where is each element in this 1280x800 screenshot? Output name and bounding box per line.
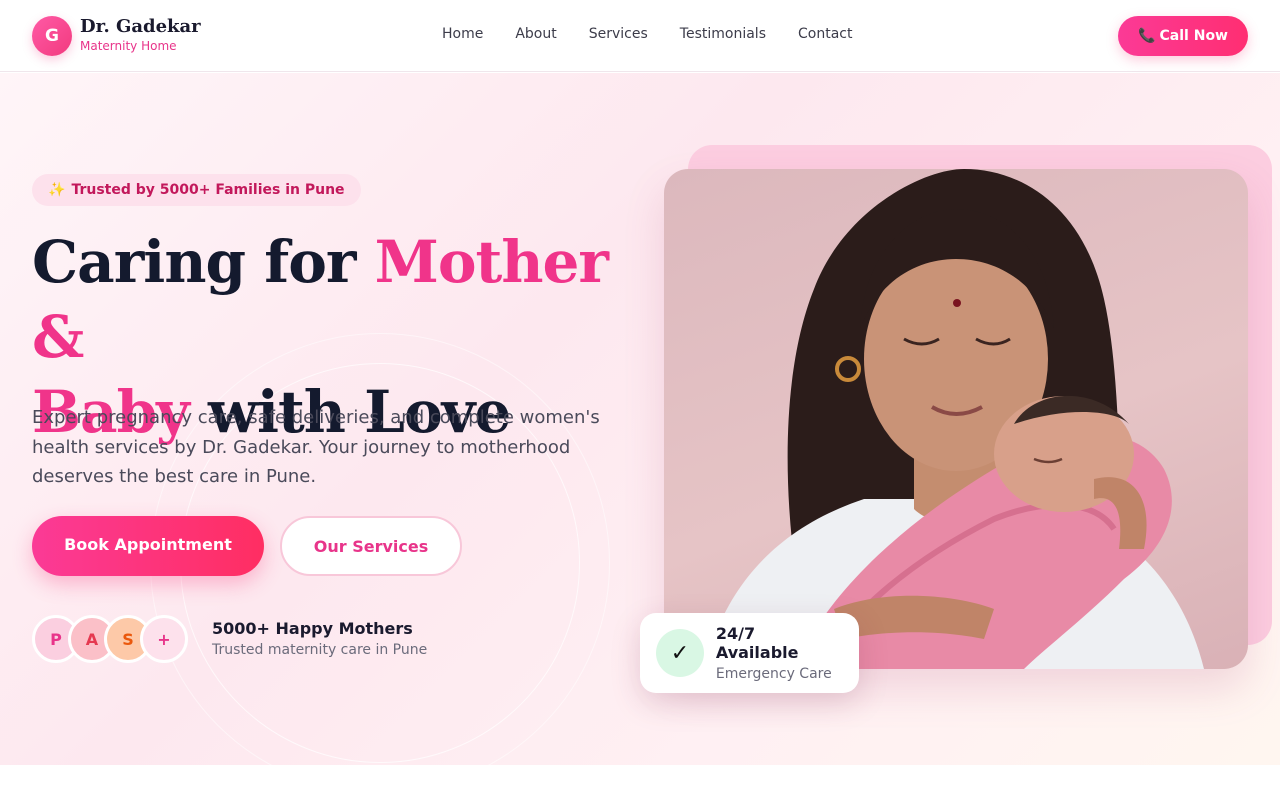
availability-title: 24/7 Available bbox=[715, 624, 799, 662]
availability-card: ✓ 24/7 Available Emergency Care bbox=[640, 613, 859, 693]
social-proof-subtitle: Trusted maternity care in Pune bbox=[212, 642, 428, 658]
social-proof: 5000+ Happy Mothers Trusted maternity ca… bbox=[212, 619, 427, 658]
trust-badge: ✨ Trusted by 5000+ Families in Pune bbox=[32, 174, 361, 206]
nav-links: Home About Services Testimonials Contact bbox=[442, 26, 852, 42]
call-now-label: Call Now bbox=[1159, 28, 1228, 44]
call-now-button[interactable]: 📞 Call Now bbox=[1118, 16, 1248, 56]
mother-baby-photo bbox=[664, 169, 1248, 669]
brand-logo: G bbox=[32, 15, 72, 56]
availability-subtitle: Emergency Care bbox=[715, 666, 832, 682]
phone-icon: 📞 bbox=[1138, 28, 1156, 44]
nav-link-testimonials[interactable]: Testimonials bbox=[680, 26, 766, 42]
nav-link-services[interactable]: Services bbox=[589, 26, 648, 42]
sparkles-icon: ✨ bbox=[48, 182, 66, 198]
our-services-button[interactable]: Our Services bbox=[280, 516, 462, 576]
nav-link-about[interactable]: About bbox=[515, 26, 556, 42]
avatar-more: + bbox=[140, 615, 188, 663]
brand[interactable]: G Dr. Gadekar Maternity Home bbox=[32, 15, 201, 56]
brand-subtitle: Maternity Home bbox=[80, 38, 177, 53]
social-proof-title: 5000+ Happy Mothers bbox=[212, 619, 413, 638]
hero-section: ✨ Trusted by 5000+ Families in Pune Cari… bbox=[0, 73, 1280, 765]
headline-part1: Caring for bbox=[32, 228, 375, 296]
availability-text: 24/7 Available Emergency Care bbox=[716, 624, 843, 682]
hero-description: Expert pregnancy care, safe deliveries, … bbox=[32, 407, 600, 487]
nav-link-home[interactable]: Home bbox=[442, 26, 483, 42]
book-appointment-button[interactable]: Book Appointment bbox=[32, 516, 264, 576]
brand-name: Dr. Gadekar bbox=[80, 16, 201, 38]
avatar-stack: P A S + bbox=[32, 615, 188, 663]
nav-link-contact[interactable]: Contact bbox=[798, 26, 852, 42]
check-icon: ✓ bbox=[656, 629, 704, 677]
top-navbar: G Dr. Gadekar Maternity Home Home About … bbox=[0, 0, 1280, 72]
brand-text: Dr. Gadekar Maternity Home bbox=[80, 17, 201, 53]
trust-badge-text: Trusted by 5000+ Families in Pune bbox=[71, 182, 345, 198]
mother-baby-illustration bbox=[704, 169, 1204, 669]
